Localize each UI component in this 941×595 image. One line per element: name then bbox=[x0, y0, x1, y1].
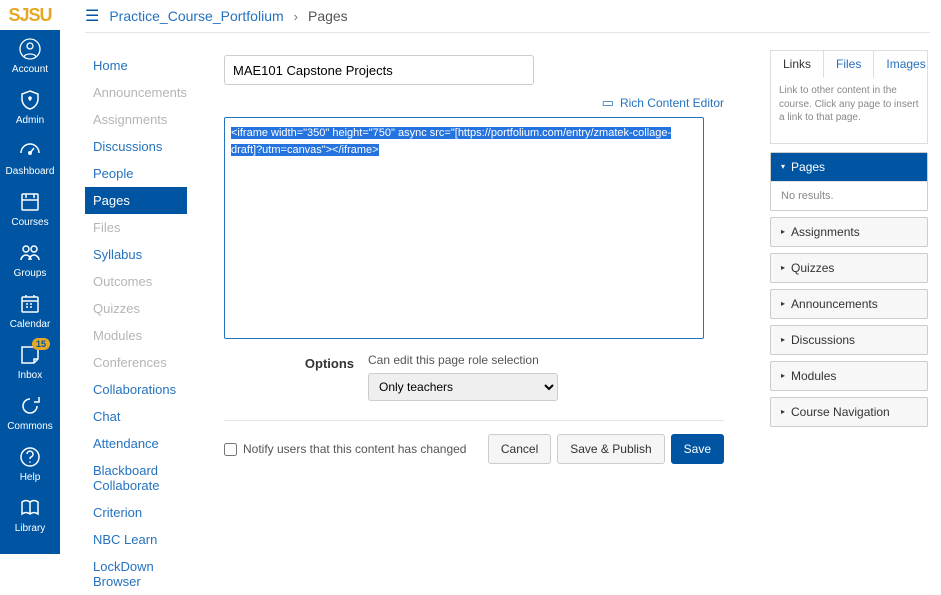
role-hint: Can edit this page role selection bbox=[368, 353, 724, 367]
course-nav-announcements[interactable]: Announcements bbox=[85, 79, 187, 106]
options-label: Options bbox=[224, 353, 354, 371]
tab-images[interactable]: Images bbox=[874, 51, 937, 78]
insert-header-discussions[interactable]: Discussions bbox=[771, 326, 927, 354]
main-content: ▭ Rich Content Editor <iframe width="350… bbox=[224, 55, 724, 401]
course-nav-blackboard-collaborate[interactable]: Blackboard Collaborate bbox=[85, 457, 187, 499]
course-nav-modules[interactable]: Modules bbox=[85, 322, 187, 349]
insert-header-announcements[interactable]: Announcements bbox=[771, 290, 927, 318]
page-title-input[interactable] bbox=[224, 55, 534, 85]
library-icon bbox=[17, 495, 43, 521]
notify-checkbox[interactable] bbox=[224, 443, 237, 456]
insert-section-discussions: Discussions bbox=[770, 325, 928, 355]
course-nav-chat[interactable]: Chat bbox=[85, 403, 187, 430]
nav-groups[interactable]: Groups bbox=[0, 234, 60, 285]
divider bbox=[85, 32, 930, 33]
insert-header-assignments[interactable]: Assignments bbox=[771, 218, 927, 246]
insert-header-label: Course Navigation bbox=[791, 405, 890, 419]
course-nav-nbc-learn[interactable]: NBC Learn bbox=[85, 526, 187, 553]
footer-row: Notify users that this content has chang… bbox=[224, 434, 724, 464]
insert-header-label: Assignments bbox=[791, 225, 860, 239]
account-icon bbox=[17, 36, 43, 62]
insert-header-label: Discussions bbox=[791, 333, 855, 347]
insert-header-label: Announcements bbox=[791, 297, 878, 311]
chevron-right-icon: › bbox=[294, 9, 298, 24]
course-nav: HomeAnnouncementsAssignmentsDiscussionsP… bbox=[85, 52, 187, 595]
notify-label: Notify users that this content has chang… bbox=[243, 442, 466, 456]
course-nav-outcomes[interactable]: Outcomes bbox=[85, 268, 187, 295]
insert-section-course-navigation: Course Navigation bbox=[770, 397, 928, 427]
editor-selected-text: <iframe width="350" height="750" async s… bbox=[231, 127, 671, 156]
nav-commons[interactable]: Commons bbox=[0, 387, 60, 438]
caret-right-icon bbox=[781, 263, 785, 272]
global-nav: SJSU Account Admin Dashboard Courses Gro… bbox=[0, 0, 60, 554]
dashboard-icon bbox=[17, 138, 43, 164]
insert-header-quizzes[interactable]: Quizzes bbox=[771, 254, 927, 282]
calendar-icon bbox=[17, 291, 43, 317]
course-nav-collaborations[interactable]: Collaborations bbox=[85, 376, 187, 403]
course-nav-criterion[interactable]: Criterion bbox=[85, 499, 187, 526]
course-nav-people[interactable]: People bbox=[85, 160, 187, 187]
nav-library[interactable]: Library bbox=[0, 489, 60, 540]
course-nav-quizzes[interactable]: Quizzes bbox=[85, 295, 187, 322]
insert-section-pages: Pages No results. bbox=[770, 152, 928, 211]
insert-header-label: Pages bbox=[791, 160, 825, 174]
html-editor-textarea[interactable]: <iframe width="350" height="750" async s… bbox=[224, 117, 704, 339]
rich-content-editor-link[interactable]: Rich Content Editor bbox=[620, 96, 724, 110]
shield-icon bbox=[17, 87, 43, 113]
insert-header-pages[interactable]: Pages bbox=[771, 153, 927, 181]
insert-tabs: Links Files Images bbox=[770, 50, 928, 78]
nav-courses[interactable]: Courses bbox=[0, 183, 60, 234]
course-nav-discussions[interactable]: Discussions bbox=[85, 133, 187, 160]
commons-icon bbox=[17, 393, 43, 419]
caret-right-icon bbox=[781, 227, 785, 236]
editing-roles-select[interactable]: Only teachers bbox=[368, 373, 558, 401]
caret-right-icon bbox=[781, 371, 785, 380]
caret-right-icon bbox=[781, 335, 785, 344]
breadcrumb-current: Pages bbox=[308, 8, 348, 24]
insert-header-modules[interactable]: Modules bbox=[771, 362, 927, 390]
course-nav-pages[interactable]: Pages bbox=[85, 187, 187, 214]
nav-admin[interactable]: Admin bbox=[0, 81, 60, 132]
course-nav-lockdown-browser[interactable]: LockDown Browser bbox=[85, 553, 187, 595]
insert-header-label: Quizzes bbox=[791, 261, 834, 275]
nav-help[interactable]: Help bbox=[0, 438, 60, 489]
editor-mode-icon: ▭ bbox=[602, 95, 614, 111]
insert-instructions: Link to other content in the course. Cli… bbox=[779, 84, 919, 125]
caret-right-icon bbox=[781, 299, 785, 308]
breadcrumb: ☰ Practice_Course_Portfolium › Pages bbox=[85, 6, 348, 26]
footer-divider bbox=[224, 420, 724, 421]
tab-links[interactable]: Links bbox=[771, 51, 824, 78]
course-nav-files[interactable]: Files bbox=[85, 214, 187, 241]
groups-icon bbox=[17, 240, 43, 266]
insert-section-announcements: Announcements bbox=[770, 289, 928, 319]
nav-dashboard[interactable]: Dashboard bbox=[0, 132, 60, 183]
course-nav-assignments[interactable]: Assignments bbox=[85, 106, 187, 133]
nav-calendar[interactable]: Calendar bbox=[0, 285, 60, 336]
inbox-badge: 15 bbox=[32, 338, 50, 350]
caret-right-icon bbox=[781, 407, 785, 416]
hamburger-icon[interactable]: ☰ bbox=[85, 6, 99, 26]
insert-section-quizzes: Quizzes bbox=[770, 253, 928, 283]
breadcrumb-course[interactable]: Practice_Course_Portfolium bbox=[109, 8, 283, 24]
insert-section-modules: Modules bbox=[770, 361, 928, 391]
course-nav-home[interactable]: Home bbox=[85, 52, 187, 79]
course-nav-conferences[interactable]: Conferences bbox=[85, 349, 187, 376]
cancel-button[interactable]: Cancel bbox=[488, 434, 551, 464]
save-publish-button[interactable]: Save & Publish bbox=[557, 434, 664, 464]
save-button[interactable]: Save bbox=[671, 434, 724, 464]
caret-down-icon bbox=[781, 162, 785, 171]
nav-inbox[interactable]: 15 Inbox bbox=[0, 336, 60, 387]
insert-header-course-navigation[interactable]: Course Navigation bbox=[771, 398, 927, 426]
course-nav-attendance[interactable]: Attendance bbox=[85, 430, 187, 457]
help-icon bbox=[17, 444, 43, 470]
insert-sidebar: Links Files Images Link to other content… bbox=[770, 50, 928, 433]
tab-files[interactable]: Files bbox=[824, 51, 874, 78]
insert-header-label: Modules bbox=[791, 369, 836, 383]
insert-body: No results. bbox=[771, 181, 927, 210]
institution-logo[interactable]: SJSU bbox=[0, 0, 60, 30]
nav-account[interactable]: Account bbox=[0, 30, 60, 81]
course-nav-syllabus[interactable]: Syllabus bbox=[85, 241, 187, 268]
courses-icon bbox=[17, 189, 43, 215]
insert-section-assignments: Assignments bbox=[770, 217, 928, 247]
